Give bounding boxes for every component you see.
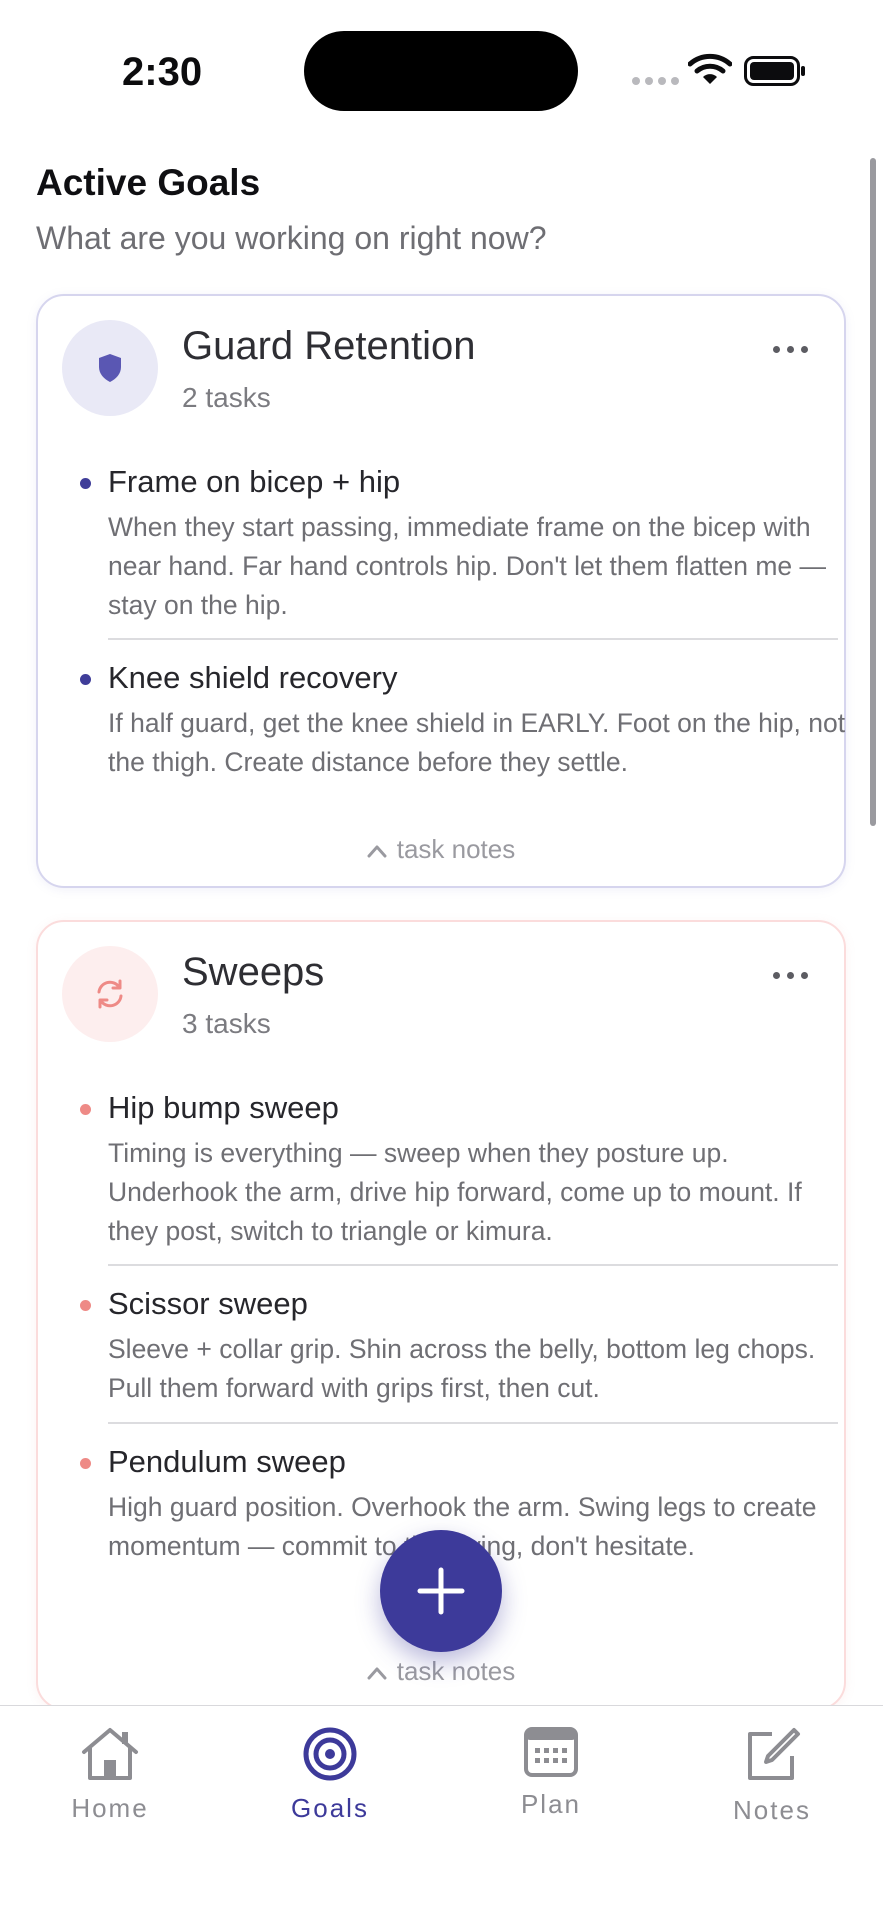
status-time: 2:30	[122, 50, 203, 94]
scrollbar[interactable]	[870, 158, 876, 826]
bullet-dot	[80, 478, 91, 489]
task-title: Pendulum sweep	[108, 1444, 346, 1479]
divider	[108, 1422, 838, 1424]
goal-task-count: 3 tasks	[182, 1008, 271, 1039]
chevron-up-icon	[367, 1667, 387, 1680]
task-title: Hip bump sweep	[108, 1090, 339, 1125]
task-notes-toggle[interactable]: task notes	[38, 834, 844, 865]
chevron-up-icon	[367, 845, 387, 858]
tab-label: Plan	[520, 1789, 582, 1819]
tab-notes[interactable]: Notes	[692, 1726, 852, 1826]
goal-icon-badge	[62, 946, 158, 1042]
signal-icon	[632, 77, 679, 85]
tab-label: Notes	[733, 1795, 811, 1825]
task-title: Knee shield recovery	[108, 660, 398, 695]
bullet-dot	[80, 674, 91, 685]
goal-card-guard-retention[interactable]: Guard Retention 2 tasks Frame on bicep +…	[36, 294, 846, 888]
goal-title: Guard Retention	[182, 324, 476, 368]
divider	[108, 1264, 838, 1266]
shield-icon	[99, 354, 121, 382]
task-title: Frame on bicep + hip	[108, 464, 401, 499]
task-description: When they start passing, immediate frame…	[108, 512, 826, 620]
bullet-dot	[80, 1300, 91, 1311]
bullet-dot	[80, 1104, 91, 1115]
sweep-arrows-icon	[97, 979, 123, 1009]
task-description: Sleeve + collar grip. Shin across the be…	[108, 1334, 816, 1403]
compose-icon	[748, 1728, 800, 1780]
task-item[interactable]: Scissor sweep Sleeve + collar grip. Shin…	[80, 1284, 818, 1408]
more-options-icon[interactable]	[773, 346, 808, 353]
divider	[108, 638, 838, 640]
home-icon	[82, 1728, 138, 1780]
task-notes-label: task notes	[396, 1656, 516, 1686]
page-title: Active Goals	[36, 162, 261, 203]
battery-icon	[744, 56, 805, 86]
tab-label: Goals	[291, 1793, 369, 1823]
wifi-icon	[688, 53, 732, 84]
goal-title: Sweeps	[182, 950, 325, 994]
task-item[interactable]: Knee shield recovery If half guard, get …	[80, 658, 845, 782]
tab-label: Home	[71, 1793, 149, 1823]
status-bar: 2:30	[0, 0, 883, 140]
tab-bar: Home Goals Plan Notes	[0, 1705, 883, 1921]
tab-home[interactable]: Home	[30, 1726, 190, 1824]
task-description: If half guard, get the knee shield in EA…	[108, 708, 846, 777]
task-notes-toggle[interactable]: task notes	[38, 1656, 844, 1687]
tab-goals[interactable]: Goals	[250, 1726, 410, 1824]
bullet-dot	[80, 1458, 91, 1469]
goal-icon-badge	[62, 320, 158, 416]
tab-plan[interactable]: Plan	[471, 1726, 631, 1820]
plus-icon	[417, 1567, 465, 1615]
dynamic-island	[304, 31, 578, 111]
task-item[interactable]: Hip bump sweep Timing is everything — sw…	[80, 1088, 818, 1251]
task-description: Timing is everything — sweep when they p…	[108, 1138, 802, 1246]
task-item[interactable]: Frame on bicep + hip When they start pas…	[80, 462, 826, 625]
task-title: Scissor sweep	[108, 1286, 308, 1321]
calendar-icon	[524, 1727, 578, 1777]
task-notes-label: task notes	[396, 834, 516, 864]
page-subtitle: What are you working on right now?	[36, 220, 547, 256]
goal-task-count: 2 tasks	[182, 382, 271, 413]
more-options-icon[interactable]	[773, 972, 808, 979]
add-goal-button[interactable]	[380, 1530, 502, 1652]
target-icon	[303, 1727, 357, 1781]
